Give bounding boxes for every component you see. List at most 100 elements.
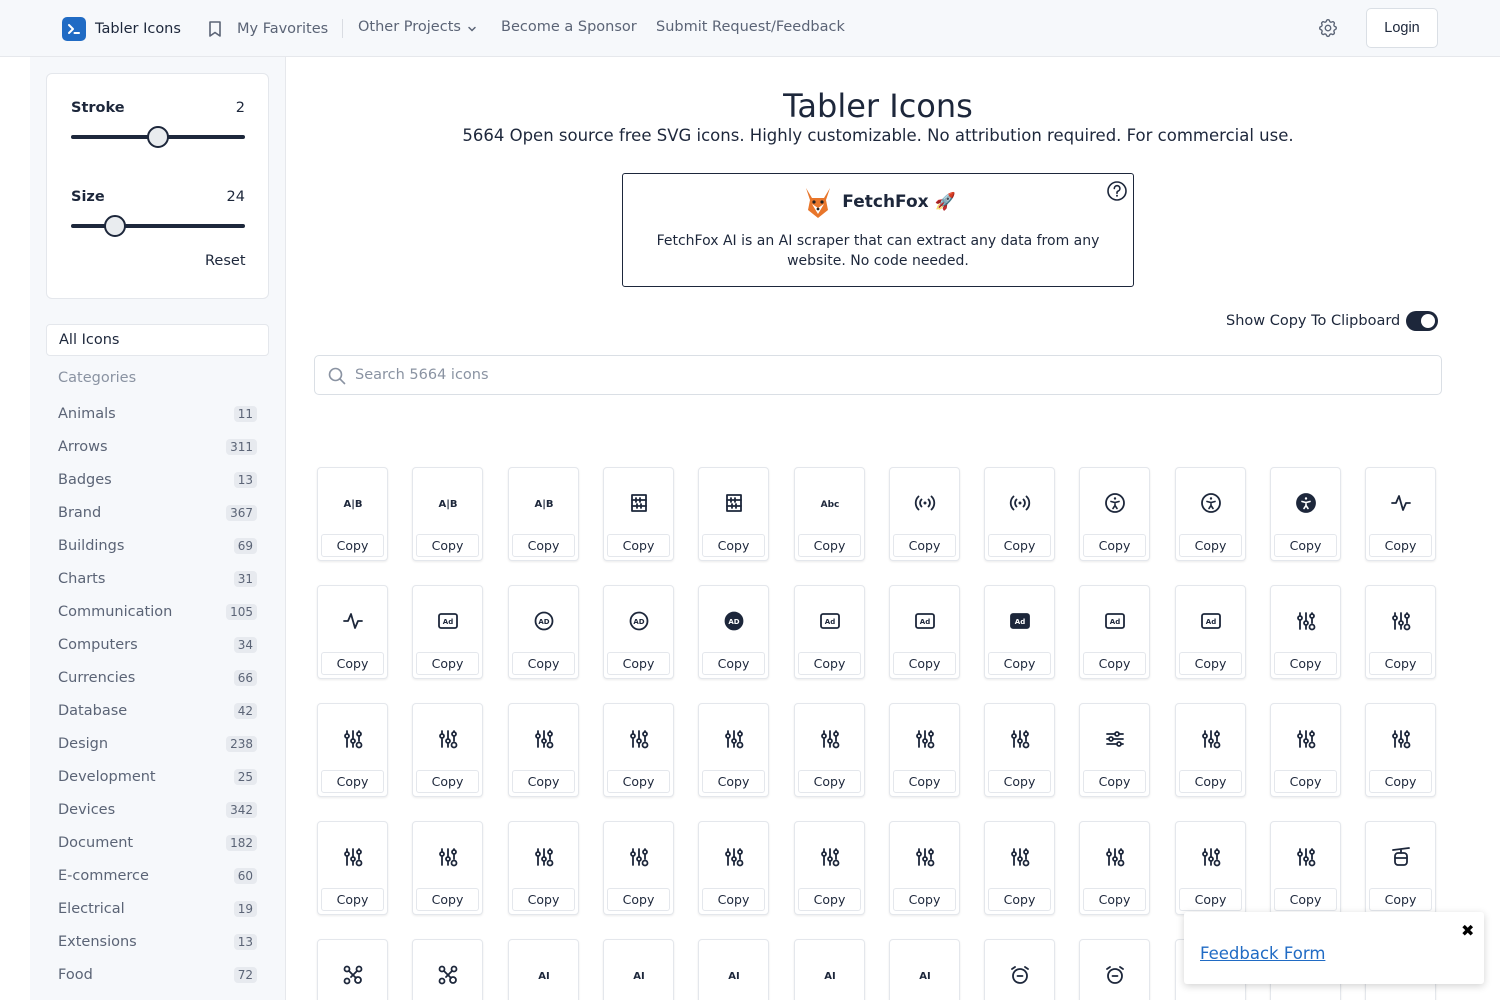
icon-tile[interactable]: Copy bbox=[794, 821, 865, 915]
icon-tile[interactable]: Copy bbox=[698, 821, 769, 915]
copy-button[interactable]: Copy bbox=[988, 534, 1051, 557]
category-item[interactable]: Brand 367 bbox=[46, 496, 269, 529]
icon-tile[interactable]: Copy bbox=[698, 703, 769, 797]
copy-button[interactable]: Copy bbox=[416, 770, 479, 793]
copy-button[interactable]: Copy bbox=[1179, 652, 1242, 675]
icon-tile[interactable]: Copy bbox=[1270, 703, 1341, 797]
icon-search-box[interactable] bbox=[314, 355, 1442, 395]
copy-button[interactable]: Copy bbox=[321, 652, 384, 675]
stroke-slider-thumb[interactable] bbox=[147, 126, 169, 148]
copy-button[interactable]: Copy bbox=[798, 534, 861, 557]
icon-tile[interactable]: Copy bbox=[1270, 821, 1341, 915]
icon-tile[interactable]: AD Copy bbox=[508, 585, 579, 679]
copy-button[interactable]: Copy bbox=[512, 888, 575, 911]
category-item[interactable]: Currencies 66 bbox=[46, 661, 269, 694]
icon-tile[interactable]: A|B Copy bbox=[412, 467, 483, 561]
category-item[interactable]: Development 25 bbox=[46, 760, 269, 793]
copy-button[interactable]: Copy bbox=[798, 770, 861, 793]
icon-tile[interactable]: Copy bbox=[603, 703, 674, 797]
copy-button[interactable]: Copy bbox=[1274, 888, 1337, 911]
copy-button[interactable]: Copy bbox=[893, 534, 956, 557]
copy-button[interactable]: Copy bbox=[416, 888, 479, 911]
copy-button[interactable]: Copy bbox=[321, 534, 384, 557]
copy-button[interactable]: Copy bbox=[1274, 770, 1337, 793]
all-icons-item[interactable]: All Icons bbox=[46, 324, 269, 356]
category-item[interactable]: Badges 13 bbox=[46, 463, 269, 496]
category-item[interactable]: Communication 105 bbox=[46, 595, 269, 628]
category-item[interactable]: Charts 31 bbox=[46, 562, 269, 595]
icon-tile[interactable]: A|B Copy bbox=[508, 467, 579, 561]
category-item[interactable]: Document 182 bbox=[46, 826, 269, 859]
icon-tile[interactable]: AD Copy bbox=[603, 585, 674, 679]
copy-button[interactable]: Copy bbox=[1274, 534, 1337, 557]
icon-tile[interactable]: Copy bbox=[1175, 821, 1246, 915]
copy-button[interactable]: Copy bbox=[607, 888, 670, 911]
copy-button[interactable]: Copy bbox=[1369, 534, 1432, 557]
sponsor-ad-card[interactable]: FetchFox 🚀 FetchFox AI is an AI scraper … bbox=[622, 173, 1134, 287]
brand-link[interactable]: Tabler Icons bbox=[62, 17, 181, 41]
my-favorites-link[interactable]: My Favorites bbox=[205, 19, 328, 39]
copy-button[interactable]: Copy bbox=[1274, 652, 1337, 675]
become-sponsor-link[interactable]: Become a Sponsor bbox=[501, 19, 637, 35]
copy-button[interactable]: Copy bbox=[893, 770, 956, 793]
category-item[interactable]: Database 42 bbox=[46, 694, 269, 727]
size-slider-thumb[interactable] bbox=[104, 215, 127, 237]
icon-tile[interactable]: Copy bbox=[508, 703, 579, 797]
copy-button[interactable]: Copy bbox=[893, 652, 956, 675]
copy-button[interactable]: Copy bbox=[988, 888, 1051, 911]
copy-button[interactable]: Copy bbox=[1369, 770, 1432, 793]
icon-tile[interactable]: Copy bbox=[984, 821, 1055, 915]
icon-tile[interactable]: Ad Copy bbox=[794, 585, 865, 679]
copy-button[interactable]: Copy bbox=[321, 888, 384, 911]
icon-tile[interactable]: AICopy bbox=[603, 939, 674, 1000]
icon-tile[interactable]: AD Copy bbox=[698, 585, 769, 679]
icon-tile[interactable]: Copy bbox=[412, 703, 483, 797]
copy-button[interactable]: Copy bbox=[1083, 770, 1146, 793]
other-projects-dropdown[interactable]: Other Projects bbox=[358, 19, 477, 35]
close-icon[interactable]: ✖ bbox=[1461, 921, 1474, 940]
copy-button[interactable]: Copy bbox=[1179, 534, 1242, 557]
category-item[interactable]: Arrows 311 bbox=[46, 430, 269, 463]
icon-tile[interactable]: AICopy bbox=[889, 939, 960, 1000]
copy-button[interactable]: Copy bbox=[702, 888, 765, 911]
category-item[interactable]: Design 238 bbox=[46, 727, 269, 760]
icon-tile[interactable]: Copy bbox=[984, 703, 1055, 797]
category-item[interactable]: Food 72 bbox=[46, 958, 269, 991]
icon-tile[interactable]: A|B Copy bbox=[317, 467, 388, 561]
icon-tile[interactable]: Copy bbox=[1079, 821, 1150, 915]
copy-button[interactable]: Copy bbox=[1083, 534, 1146, 557]
copy-button[interactable]: Copy bbox=[988, 652, 1051, 675]
copy-button[interactable]: Copy bbox=[512, 770, 575, 793]
copy-button[interactable]: Copy bbox=[798, 888, 861, 911]
login-button[interactable]: Login bbox=[1366, 8, 1438, 48]
icon-tile[interactable]: Copy bbox=[317, 821, 388, 915]
copy-button[interactable]: Copy bbox=[893, 888, 956, 911]
gear-icon[interactable] bbox=[1317, 17, 1339, 39]
icon-tile[interactable]: Ad Copy bbox=[1079, 585, 1150, 679]
icon-tile[interactable]: Copy bbox=[508, 821, 579, 915]
icon-tile[interactable]: Abc Copy bbox=[794, 467, 865, 561]
category-item[interactable]: E-commerce 60 bbox=[46, 859, 269, 892]
copy-button[interactable]: Copy bbox=[1369, 652, 1432, 675]
reset-button[interactable]: Reset bbox=[205, 253, 246, 269]
icon-tile[interactable]: Copy bbox=[889, 821, 960, 915]
copy-button[interactable]: Copy bbox=[702, 652, 765, 675]
icon-tile[interactable]: AICopy bbox=[698, 939, 769, 1000]
icon-tile[interactable]: Copy bbox=[1270, 585, 1341, 679]
icon-tile[interactable]: Copy bbox=[698, 467, 769, 561]
copy-button[interactable]: Copy bbox=[321, 770, 384, 793]
category-item[interactable]: Buildings 69 bbox=[46, 529, 269, 562]
copy-button[interactable]: Copy bbox=[512, 534, 575, 557]
icon-tile[interactable]: Copy bbox=[984, 467, 1055, 561]
submit-feedback-link[interactable]: Submit Request/Feedback bbox=[656, 19, 845, 35]
copy-button[interactable]: Copy bbox=[607, 534, 670, 557]
category-item[interactable]: Electrical 19 bbox=[46, 892, 269, 925]
copy-to-clipboard-toggle[interactable] bbox=[1406, 311, 1438, 331]
question-circle-icon[interactable] bbox=[1106, 180, 1128, 202]
icon-tile[interactable]: AICopy bbox=[794, 939, 865, 1000]
icon-tile[interactable]: Copy bbox=[317, 939, 388, 1000]
copy-button[interactable]: Copy bbox=[702, 534, 765, 557]
stroke-slider[interactable] bbox=[71, 126, 245, 148]
icon-tile[interactable]: Copy bbox=[603, 467, 674, 561]
icon-tile[interactable]: Copy bbox=[317, 703, 388, 797]
